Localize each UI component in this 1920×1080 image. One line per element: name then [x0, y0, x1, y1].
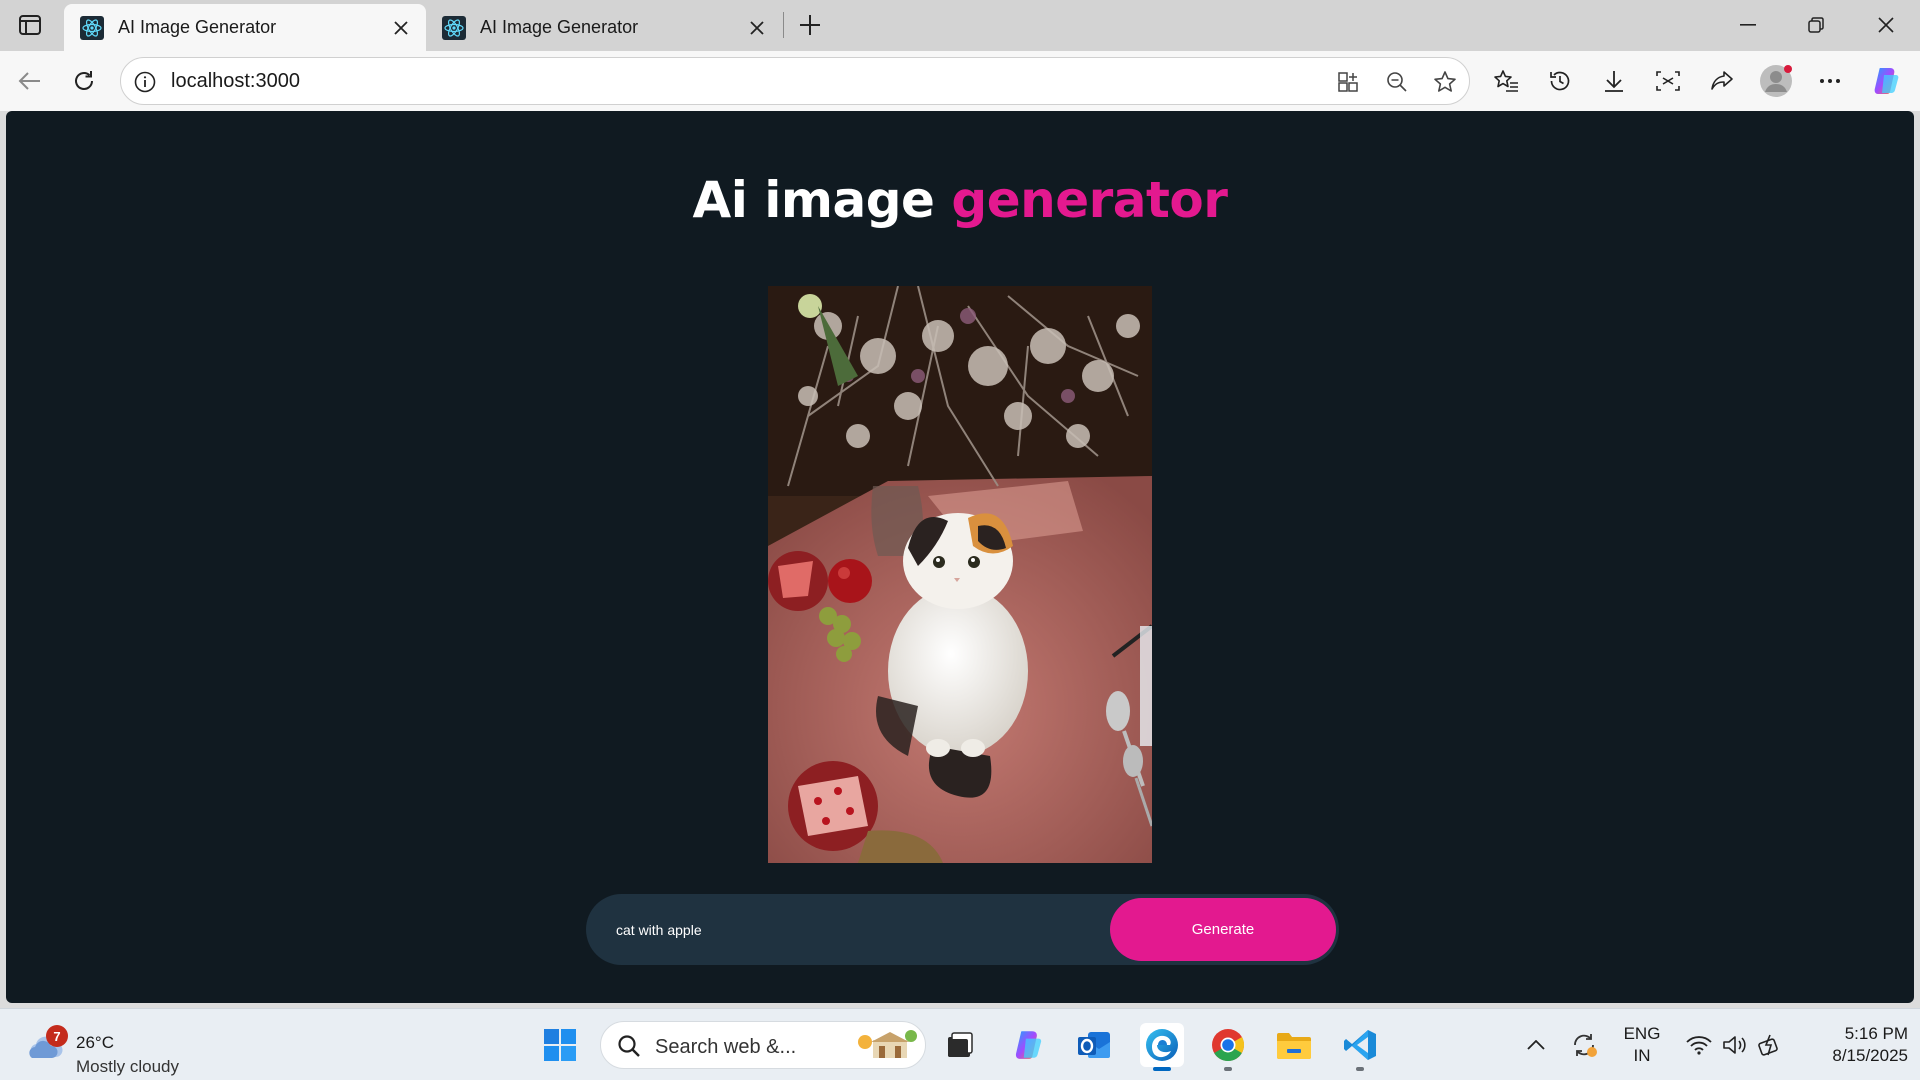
close-window-icon[interactable] [1858, 4, 1914, 46]
screenshot-icon[interactable] [1650, 63, 1686, 99]
share-icon[interactable] [1704, 63, 1740, 99]
generated-image [768, 286, 1152, 863]
title-main: Ai image [692, 171, 935, 229]
more-options-icon[interactable] [1812, 63, 1848, 99]
page-title: Ai image generator [6, 171, 1914, 229]
tab-title: AI Image Generator [480, 17, 639, 37]
weather-condition: Mostly cloudy [76, 1057, 179, 1076]
favorites-icon[interactable] [1488, 63, 1524, 99]
browser-tab-2[interactable]: AI Image Generator [426, 4, 782, 51]
active-indicator [1153, 1067, 1171, 1071]
copilot-icon[interactable] [1868, 63, 1904, 99]
taskbar-search[interactable]: Search web &... [600, 1021, 926, 1069]
react-icon [442, 15, 466, 40]
battery-icon[interactable] [1756, 1031, 1786, 1059]
vscode-icon[interactable] [1338, 1023, 1382, 1071]
close-tab-icon[interactable] [744, 15, 770, 41]
generate-button[interactable]: Generate [1110, 898, 1336, 961]
running-indicator [1224, 1067, 1232, 1071]
browser-tab-strip: AI Image Generator AI Image Generator [0, 0, 1920, 51]
windows-taskbar: 7 26°C Mostly cloudy Search web &... ENG… [0, 1008, 1920, 1080]
clock-time: 5:16 PM [1844, 1024, 1908, 1043]
prompt-input[interactable] [616, 916, 1066, 944]
prompt-bar: Generate [586, 894, 1339, 965]
new-tab-icon[interactable] [793, 8, 827, 42]
copilot-icon[interactable] [1006, 1023, 1050, 1067]
clock-date: 8/15/2025 [1832, 1046, 1908, 1065]
volume-icon[interactable] [1720, 1031, 1750, 1059]
title-accent: generator [951, 171, 1228, 229]
language-indicator[interactable]: ENG IN [1620, 1023, 1664, 1067]
browser-toolbar: localhost:3000 [0, 51, 1920, 111]
downloads-icon[interactable] [1596, 63, 1632, 99]
system-clock[interactable]: 5:16 PM 8/15/2025 [1800, 1023, 1908, 1067]
file-explorer-icon[interactable] [1272, 1023, 1316, 1067]
history-icon[interactable] [1542, 63, 1578, 99]
weather-alert-badge: 7 [46, 1025, 68, 1047]
close-tab-icon[interactable] [388, 15, 414, 41]
lang-line-1: ENG [1623, 1024, 1661, 1043]
weather-temp: 26°C [76, 1033, 114, 1052]
outlook-icon[interactable] [1072, 1023, 1116, 1067]
running-indicator [1356, 1067, 1364, 1071]
page-viewport: Ai image generator cat with apple Genera… [6, 111, 1914, 1003]
tab-actions-icon[interactable] [12, 10, 48, 40]
site-info-icon[interactable] [133, 70, 157, 94]
back-icon[interactable] [12, 63, 48, 99]
react-icon [80, 15, 104, 40]
file-manager-icon[interactable] [938, 1023, 982, 1067]
chevron-up-icon[interactable] [1522, 1031, 1550, 1059]
favorite-star-icon[interactable] [1431, 68, 1459, 96]
minimize-icon[interactable] [1720, 4, 1776, 46]
sync-icon[interactable] [1568, 1029, 1600, 1061]
browser-tab-1[interactable]: AI Image Generator [64, 4, 426, 51]
url-text: localhost:3000 [171, 70, 300, 92]
refresh-icon[interactable] [66, 63, 102, 99]
edge-icon[interactable] [1140, 1023, 1184, 1071]
app-available-icon[interactable] [1334, 68, 1362, 96]
address-bar[interactable]: localhost:3000 [120, 57, 1470, 105]
wifi-icon[interactable] [1684, 1031, 1714, 1059]
search-highlight-icon [851, 1028, 921, 1064]
search-placeholder: Search web &... [655, 1036, 797, 1058]
chrome-icon[interactable] [1206, 1023, 1250, 1071]
weather-widget[interactable]: 7 26°C Mostly cloudy [26, 1021, 196, 1076]
zoom-out-icon[interactable] [1383, 68, 1411, 96]
start-icon[interactable] [538, 1023, 582, 1067]
tab-separator [783, 12, 784, 38]
profile-avatar-icon[interactable] [1758, 63, 1794, 99]
search-icon [617, 1034, 641, 1058]
tab-title: AI Image Generator [118, 17, 277, 37]
lang-line-2: IN [1633, 1046, 1651, 1065]
restore-icon[interactable] [1788, 4, 1844, 46]
